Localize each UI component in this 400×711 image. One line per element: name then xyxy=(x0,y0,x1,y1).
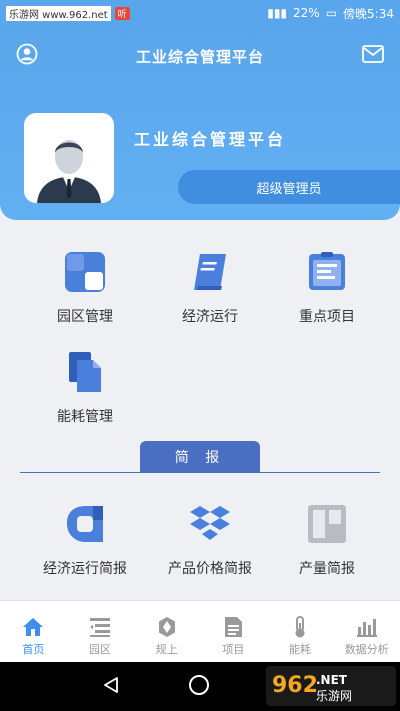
header: 工业综合管理平台 工业综合管理平台 超级管理员 xyxy=(0,26,400,220)
menu-label: 能耗管理 xyxy=(57,409,113,425)
page-title: 工业综合管理平台 xyxy=(135,47,264,66)
nav-label: 能耗 xyxy=(289,643,312,656)
grid-square-icon xyxy=(65,252,105,292)
briefing-label: 经济运行简报 xyxy=(43,561,127,577)
platform-name: 工业综合管理平台 xyxy=(134,130,287,149)
top-bar: 工业综合管理平台 xyxy=(0,26,400,86)
watermark-logo-icon: 962 .NET 乐游网 xyxy=(266,666,396,706)
tab-energy[interactable]: 能耗 xyxy=(267,601,334,662)
avatar xyxy=(24,113,114,203)
role-badge[interactable]: 超级管理员 xyxy=(178,170,400,204)
menu-label: 经济运行 xyxy=(182,309,238,325)
briefing-label: 产量简报 xyxy=(299,561,355,577)
section-divider xyxy=(20,472,380,473)
hexagon-icon xyxy=(158,617,175,637)
nav-label: 园区 xyxy=(89,643,111,656)
svg-text:.NET: .NET xyxy=(316,673,348,687)
menu-item-park-management[interactable]: 园区管理 xyxy=(25,250,145,326)
person-avatar-icon xyxy=(37,140,101,203)
svg-text:962: 962 xyxy=(272,673,318,698)
dropbox-icon xyxy=(190,506,230,540)
nav-label: 规上 xyxy=(155,643,178,656)
briefing-label: 产品价格简报 xyxy=(168,561,252,577)
tab-park[interactable]: 园区 xyxy=(67,601,134,662)
home-icon xyxy=(23,618,44,636)
clock: 傍晚5:34 xyxy=(343,6,394,21)
menu-item-energy-management[interactable]: 能耗管理 xyxy=(25,350,145,426)
documents-icon xyxy=(69,352,101,392)
svg-text:乐游网: 乐游网 xyxy=(316,689,352,703)
home-button-icon[interactable] xyxy=(189,675,209,695)
bar-chart-icon xyxy=(356,619,377,637)
book-icon xyxy=(194,254,226,290)
user-profile-icon[interactable] xyxy=(16,43,38,65)
panel-icon xyxy=(308,505,346,543)
tab-data-analysis[interactable]: 数据分析 xyxy=(333,601,400,662)
status-bar: 乐游网 www.962.net 听 ▮▮▮ 22% ▭ 傍晚5:34 xyxy=(0,0,400,26)
menu-item-economic-operation[interactable]: 经济运行 xyxy=(150,250,270,326)
back-icon[interactable] xyxy=(102,676,120,694)
nav-label: 数据分析 xyxy=(344,643,389,656)
nav-label: 首页 xyxy=(22,643,45,656)
menu-label: 重点项目 xyxy=(299,309,355,325)
battery-level: 22% xyxy=(293,6,320,20)
list-icon xyxy=(90,618,110,637)
d-shape-icon xyxy=(67,506,103,542)
briefing-tab: 简 报 xyxy=(140,441,260,472)
document-icon xyxy=(225,617,243,637)
briefing-item-output[interactable]: 产量简报 xyxy=(267,502,387,578)
briefing-item-economic-operation[interactable]: 经济运行简报 xyxy=(25,502,145,578)
site-label: 乐游网 www.962.net xyxy=(6,5,111,21)
briefing-item-product-price[interactable]: 产品价格简报 xyxy=(150,502,270,578)
signal-icon: ▮▮▮ xyxy=(267,6,288,20)
menu-label: 园区管理 xyxy=(57,309,113,325)
bottom-nav: 首页 园区 规上 项目 能耗 数据分析 xyxy=(0,600,400,662)
clipboard-icon xyxy=(309,252,345,290)
notification-badge-icon: 听 xyxy=(114,6,130,20)
battery-icon: ▭ xyxy=(325,6,338,20)
menu-item-key-projects[interactable]: 重点项目 xyxy=(267,250,387,326)
tab-home[interactable]: 首页 xyxy=(0,601,67,662)
tab-projects[interactable]: 项目 xyxy=(200,601,267,662)
tab-above-scale[interactable]: 规上 xyxy=(133,601,200,662)
thermometer-icon xyxy=(295,616,305,638)
nav-label: 项目 xyxy=(222,643,245,656)
mail-icon[interactable] xyxy=(362,45,384,63)
